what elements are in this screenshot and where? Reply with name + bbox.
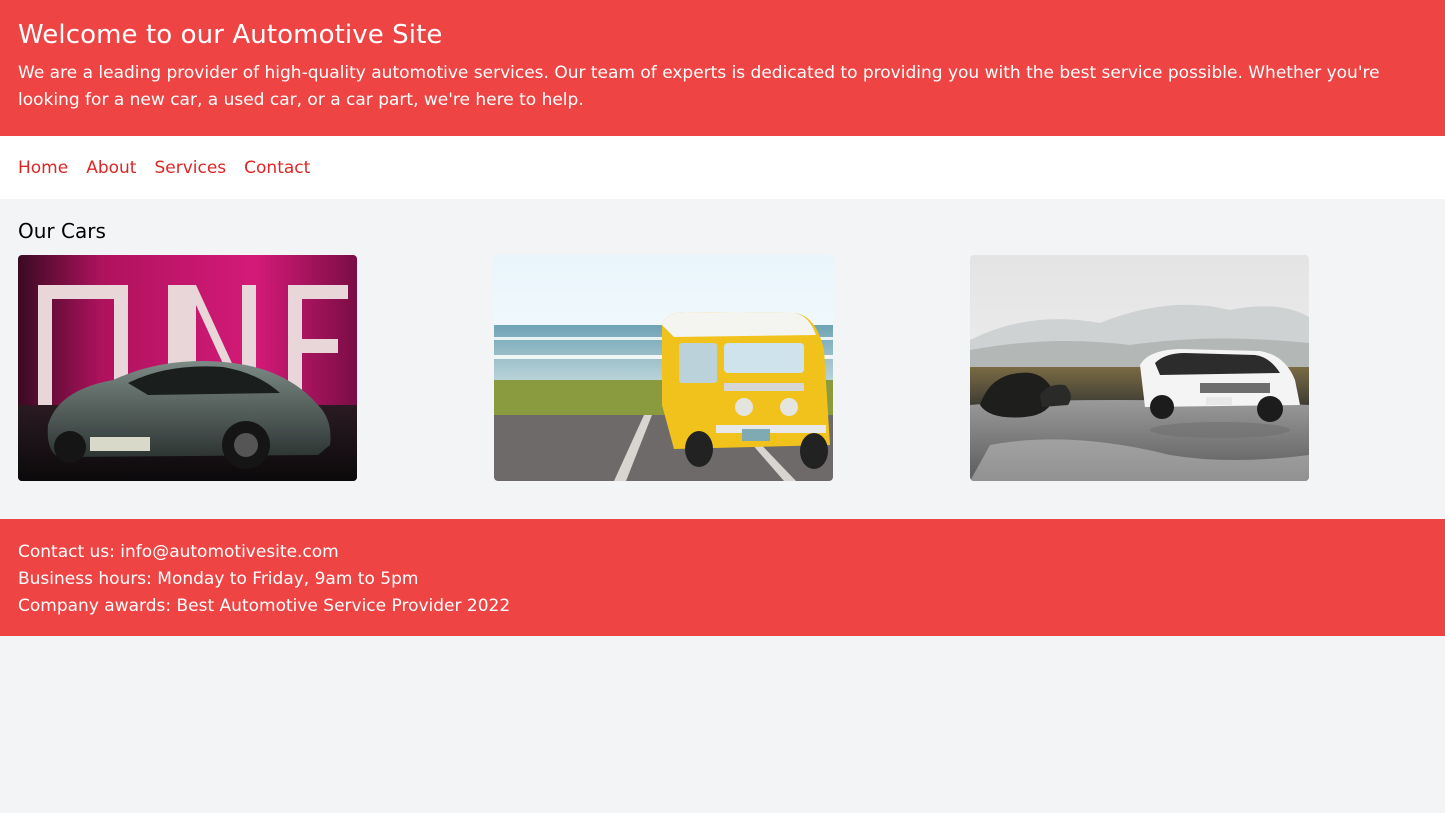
car-image-sedan bbox=[18, 255, 357, 481]
section-heading: Our Cars bbox=[18, 219, 106, 243]
car-image-suv bbox=[970, 255, 1309, 481]
car-image-van bbox=[494, 255, 833, 481]
nav-about-link[interactable]: About bbox=[86, 156, 136, 180]
nav-services-link[interactable]: Services bbox=[154, 156, 226, 180]
company-awards: Company awards: Best Automotive Service … bbox=[18, 596, 511, 616]
main-nav: Home About Services Contact bbox=[0, 136, 1445, 199]
cars-section: Our Cars bbox=[0, 199, 1445, 519]
site-footer: Contact us: info@automotivesite.com Busi… bbox=[0, 519, 1445, 636]
site-header: Welcome to our Automotive Site We are a … bbox=[0, 0, 1445, 136]
business-hours: Business hours: Monday to Friday, 9am to… bbox=[18, 569, 419, 589]
page-title: Welcome to our Automotive Site bbox=[18, 20, 443, 50]
car-gallery bbox=[18, 255, 1427, 481]
intro-text: We are a leading provider of high-qualit… bbox=[18, 63, 1380, 110]
nav-contact-link[interactable]: Contact bbox=[244, 156, 310, 180]
contact-info: Contact us: info@automotivesite.com bbox=[18, 542, 339, 562]
nav-home-link[interactable]: Home bbox=[18, 156, 68, 180]
